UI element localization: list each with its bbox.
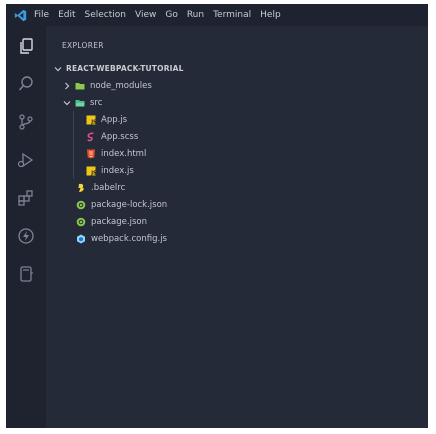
source-control-icon[interactable] [16, 112, 36, 132]
npm-file-icon [76, 200, 86, 210]
menu-go[interactable]: Go [165, 10, 177, 20]
file-app-scss[interactable]: App.scss [46, 128, 428, 145]
chevron-down-icon [53, 64, 63, 74]
file-app-js[interactable]: JS App.js [46, 111, 428, 128]
folder-label: node_modules [90, 80, 152, 91]
menu-file[interactable]: File [34, 10, 49, 20]
html-file-icon [86, 149, 96, 159]
menu-run[interactable]: Run [187, 10, 204, 20]
explorer-title: EXPLORER [62, 41, 104, 50]
node-folder-icon [75, 81, 85, 91]
menu-bar: File Edit Selection View Go Run Terminal… [6, 4, 428, 26]
folder-src[interactable]: src [46, 94, 428, 111]
folder-label: src [90, 97, 103, 108]
svg-text:JS: JS [90, 170, 96, 176]
file-label: package.json [91, 216, 147, 227]
src-folder-icon [75, 98, 85, 108]
vscode-logo-icon[interactable] [6, 4, 34, 26]
svg-text:JS: JS [90, 119, 96, 125]
root-folder-label: REACT-WEBPACK-TUTORIAL [66, 64, 184, 73]
lightning-icon[interactable] [16, 226, 36, 246]
chevron-down-icon [62, 98, 72, 108]
menu-view[interactable]: View [135, 10, 156, 20]
activity-bar [6, 26, 46, 428]
file-index-html[interactable]: index.html [46, 145, 428, 162]
file-webpack-config-js[interactable]: webpack.config.js [46, 230, 428, 247]
babel-file-icon [76, 183, 86, 193]
js-file-icon: JS [86, 115, 96, 125]
menu-help[interactable]: Help [260, 10, 281, 20]
chevron-right-icon [62, 81, 72, 91]
file-label: App.js [101, 114, 128, 125]
run-debug-icon[interactable] [16, 150, 36, 170]
explorer-panel: EXPLORER REACT-WEBPACK-TUTORIAL node_mod… [46, 26, 428, 428]
file-label: .babelrc [91, 182, 126, 193]
file-label: webpack.config.js [91, 233, 167, 244]
file-package-lock-json[interactable]: package-lock.json [46, 196, 428, 213]
notebook-icon[interactable] [16, 264, 36, 284]
menu-selection[interactable]: Selection [85, 10, 126, 20]
file-package-json[interactable]: package.json [46, 213, 428, 230]
vscode-window: File Edit Selection View Go Run Terminal… [6, 4, 428, 428]
menu-terminal[interactable]: Terminal [213, 10, 251, 20]
menu-edit[interactable]: Edit [58, 10, 75, 20]
npm-file-icon [76, 217, 86, 227]
file-index-js[interactable]: JS index.js [46, 162, 428, 179]
extensions-icon[interactable] [16, 188, 36, 208]
file-babelrc[interactable]: .babelrc [46, 179, 428, 196]
search-icon[interactable] [16, 74, 36, 94]
webpack-file-icon [76, 234, 86, 244]
file-label: index.html [101, 148, 147, 159]
root-folder[interactable]: REACT-WEBPACK-TUTORIAL [46, 60, 428, 77]
js-file-icon: JS [86, 166, 96, 176]
file-label: package-lock.json [91, 199, 168, 210]
sass-file-icon [86, 132, 96, 142]
file-label: App.scss [101, 131, 139, 142]
folder-node-modules[interactable]: node_modules [46, 77, 428, 94]
file-label: index.js [101, 165, 134, 176]
explorer-icon[interactable] [16, 36, 36, 56]
